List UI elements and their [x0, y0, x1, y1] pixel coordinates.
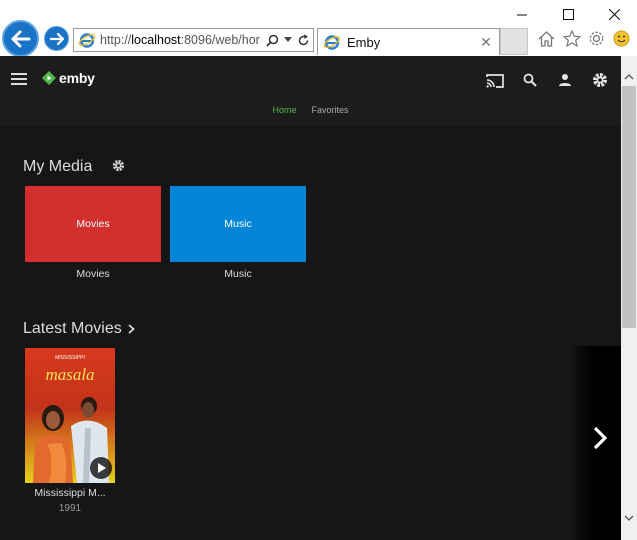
minimize-button[interactable]	[499, 0, 545, 28]
window-controls	[499, 0, 637, 28]
arrow-left-icon	[11, 30, 30, 47]
page-scrollbar[interactable]	[621, 56, 637, 540]
back-button[interactable]	[2, 20, 39, 57]
movie-poster[interactable]: MISSISSIPPI masala	[25, 348, 115, 483]
address-bar[interactable]: http://localhost:8096/web/hor	[73, 28, 314, 52]
tile-label: Music	[224, 218, 252, 230]
maximize-button[interactable]	[545, 0, 591, 28]
home-tabs: Home Favorites	[0, 105, 621, 115]
tab-close-icon[interactable]: ✕	[477, 34, 495, 51]
emby-logo[interactable]: emby	[42, 70, 95, 86]
media-tile-movies[interactable]: Movies	[25, 186, 161, 262]
my-media-title: My Media	[23, 158, 93, 175]
browser-chrome: http://localhost:8096/web/hor Emby ✕	[0, 0, 637, 57]
ie-icon	[323, 35, 341, 50]
close-icon	[608, 8, 620, 20]
tab-home[interactable]: Home	[272, 105, 296, 115]
home-icon[interactable]	[537, 29, 556, 48]
dropdown-icon[interactable]	[284, 37, 292, 43]
logo-text: emby	[59, 70, 95, 86]
svg-text:MISSISSIPPI: MISSISSIPPI	[55, 355, 85, 361]
movie-title[interactable]: Mississippi M...	[20, 487, 120, 499]
new-tab-button[interactable]	[500, 28, 528, 55]
url-text[interactable]: http://localhost:8096/web/hor	[100, 33, 264, 47]
user-icon[interactable]	[554, 70, 576, 90]
tile-label: Movies	[76, 218, 110, 230]
minimize-icon	[516, 14, 527, 15]
search-icon[interactable]	[266, 34, 279, 47]
media-tile-music[interactable]: Music	[170, 186, 306, 262]
app-header: emby Home Favorites	[0, 56, 621, 126]
close-window-button[interactable]	[591, 0, 637, 28]
chevron-down-icon	[624, 515, 634, 521]
emby-logo-icon	[42, 71, 56, 85]
emby-app: emby Home Favorites My Media Movies Movi…	[0, 56, 621, 540]
maximize-icon	[562, 8, 574, 20]
arrow-right-icon	[49, 32, 64, 45]
chevron-right-icon	[128, 324, 135, 334]
tab-title: Emby	[347, 34, 381, 50]
play-button[interactable]	[90, 457, 112, 479]
latest-movies-title: Latest Movies	[23, 320, 122, 337]
menu-icon[interactable]	[11, 73, 27, 86]
ie-icon	[78, 33, 96, 48]
browser-tab[interactable]: Emby ✕	[317, 28, 500, 55]
movie-year: 1991	[58, 503, 82, 514]
search-icon[interactable]	[519, 70, 541, 90]
latest-movies-header[interactable]: Latest Movies	[23, 320, 135, 338]
scroll-up-button[interactable]	[621, 68, 637, 85]
scroll-down-button[interactable]	[621, 509, 637, 526]
smiley-feedback-icon[interactable]	[612, 29, 631, 48]
refresh-icon[interactable]	[297, 34, 310, 47]
play-icon	[97, 463, 106, 473]
svg-text:masala: masala	[45, 365, 94, 384]
tab-favorites[interactable]: Favorites	[312, 105, 349, 115]
settings-gear-icon[interactable]	[587, 29, 606, 48]
my-media-settings-icon[interactable]	[112, 159, 125, 172]
favorites-star-icon[interactable]	[562, 29, 581, 48]
scroll-thumb[interactable]	[622, 86, 636, 328]
chevron-up-icon	[624, 73, 634, 79]
forward-button[interactable]	[44, 26, 69, 51]
settings-gear-icon[interactable]	[589, 70, 611, 90]
scroll-next-arrow-icon[interactable]	[593, 426, 607, 450]
tile-caption[interactable]: Movies	[25, 268, 161, 280]
cast-icon[interactable]	[484, 70, 506, 90]
tile-caption[interactable]: Music	[170, 268, 306, 280]
